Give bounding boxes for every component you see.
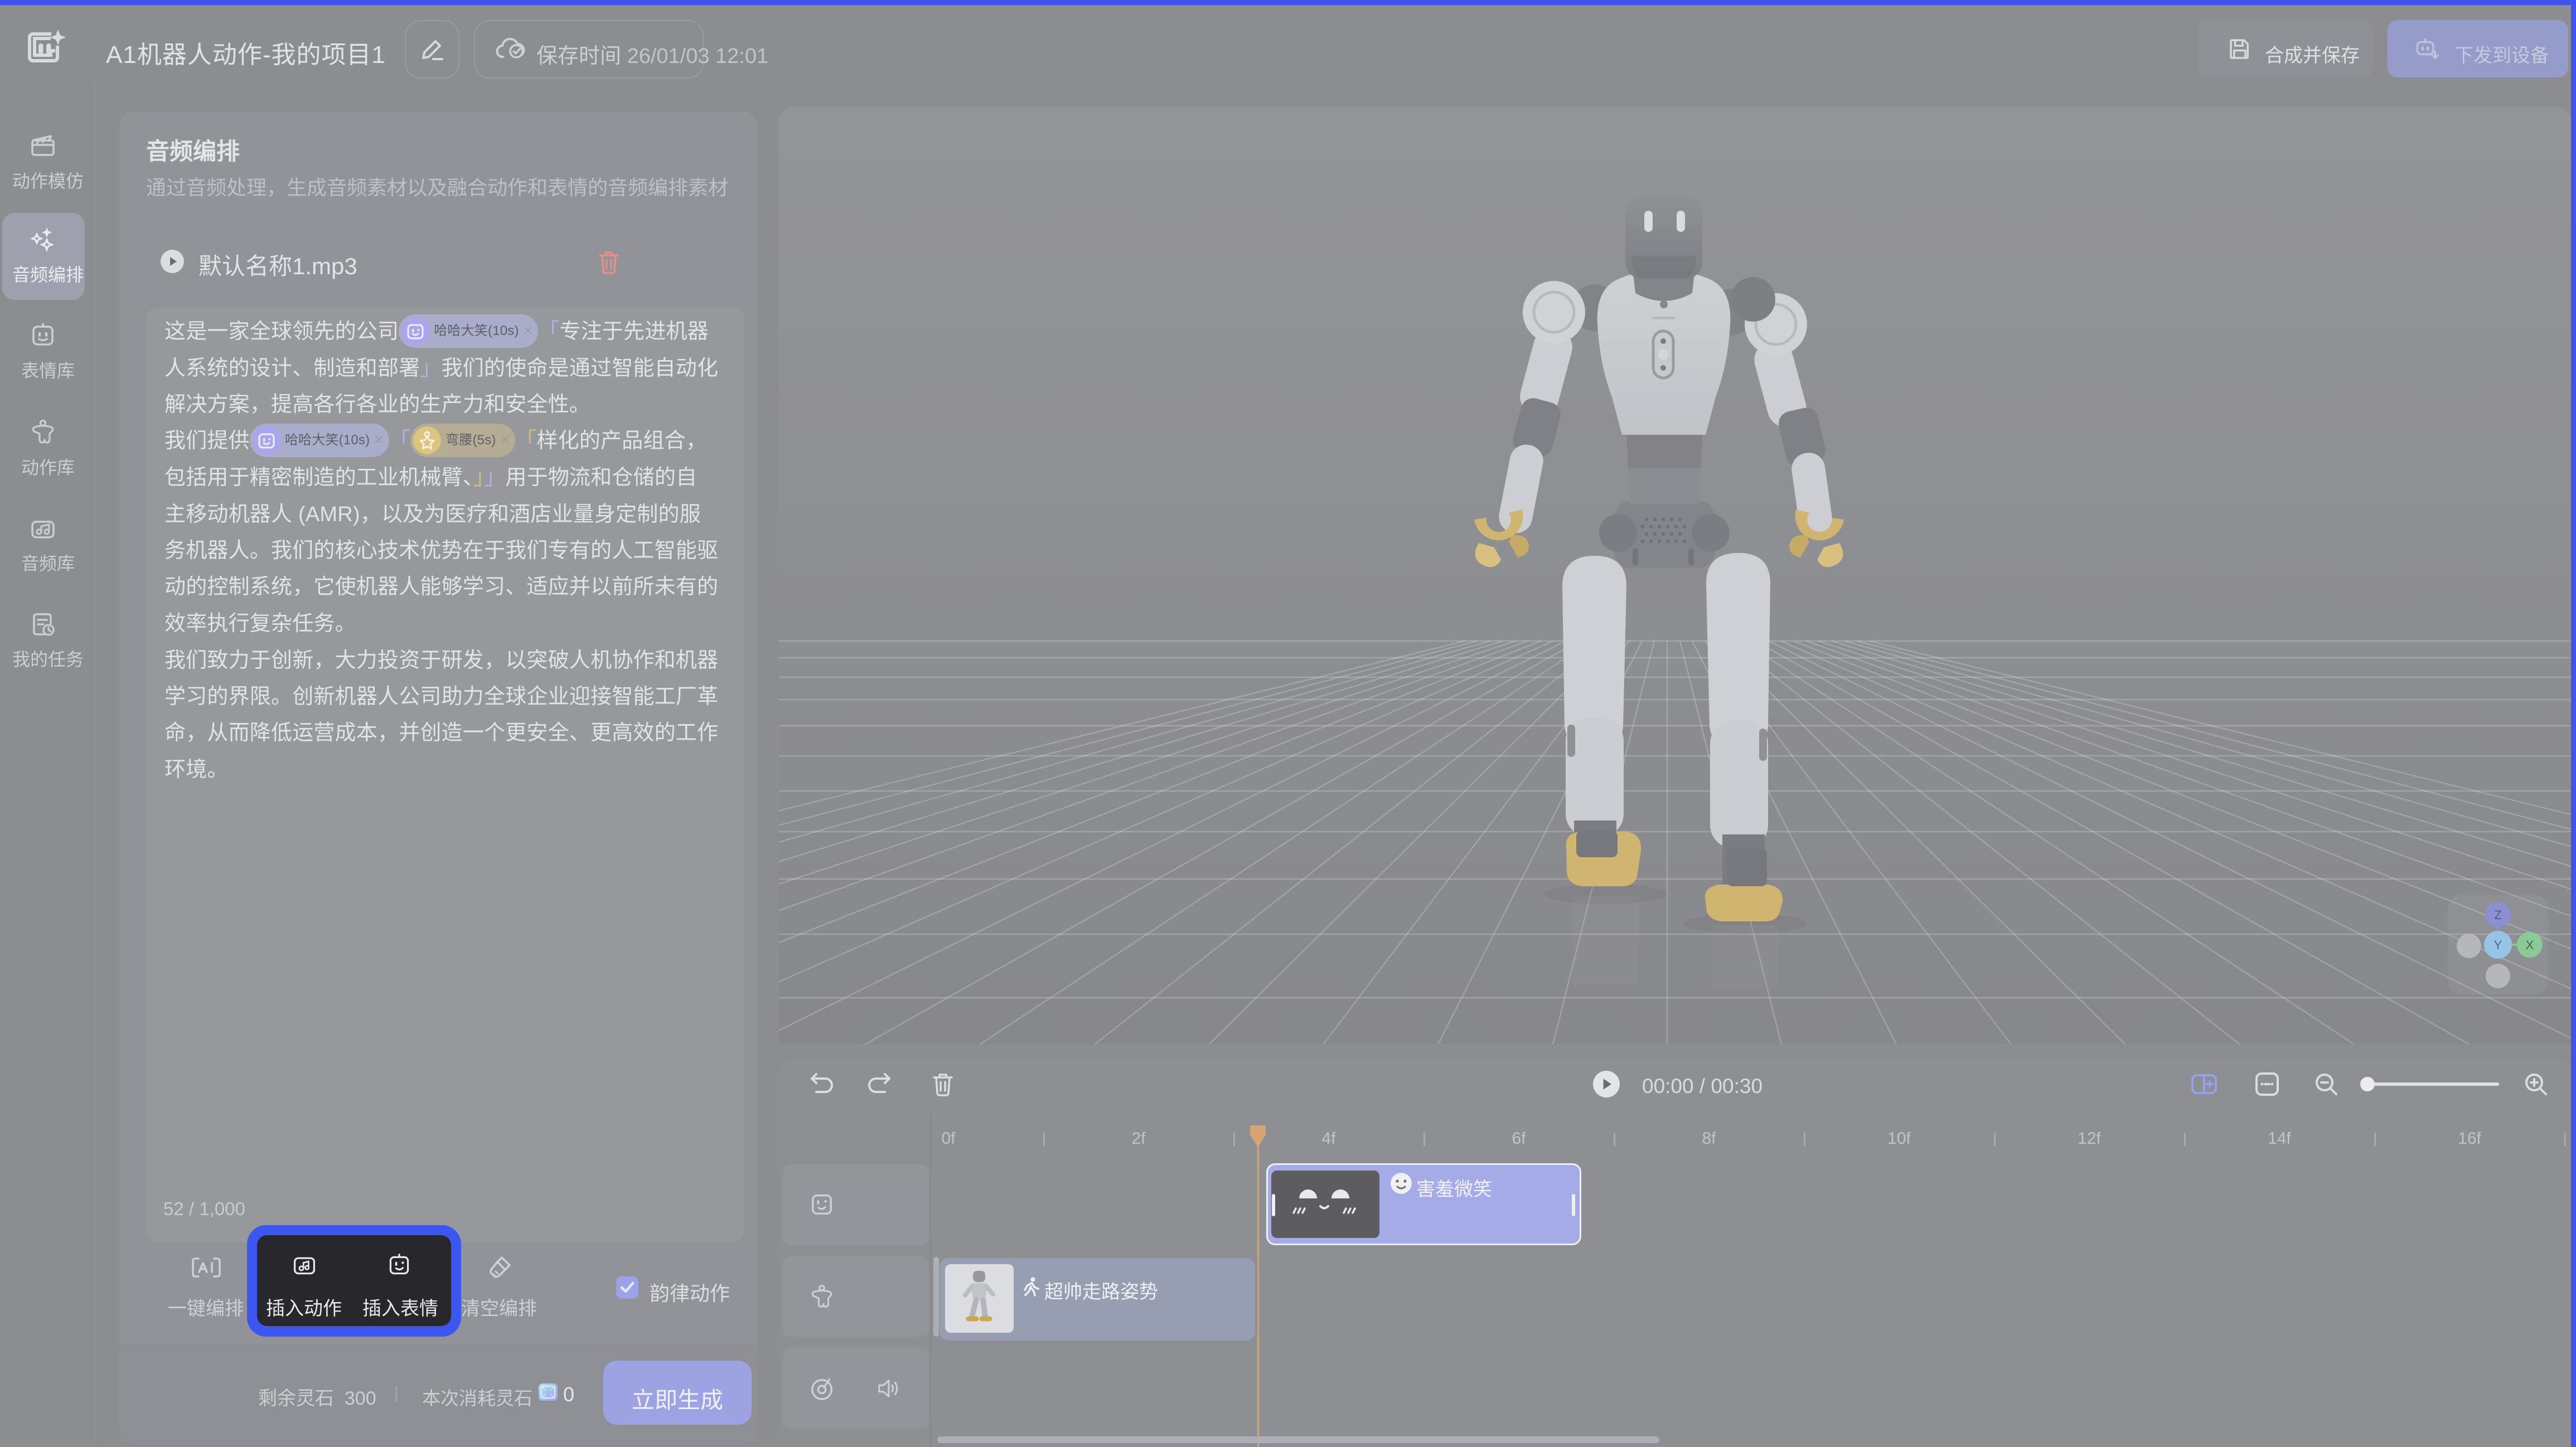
svg-text:Y: Y <box>2494 938 2502 952</box>
svg-text:Z: Z <box>2494 908 2501 922</box>
svg-text:X: X <box>2526 938 2534 952</box>
